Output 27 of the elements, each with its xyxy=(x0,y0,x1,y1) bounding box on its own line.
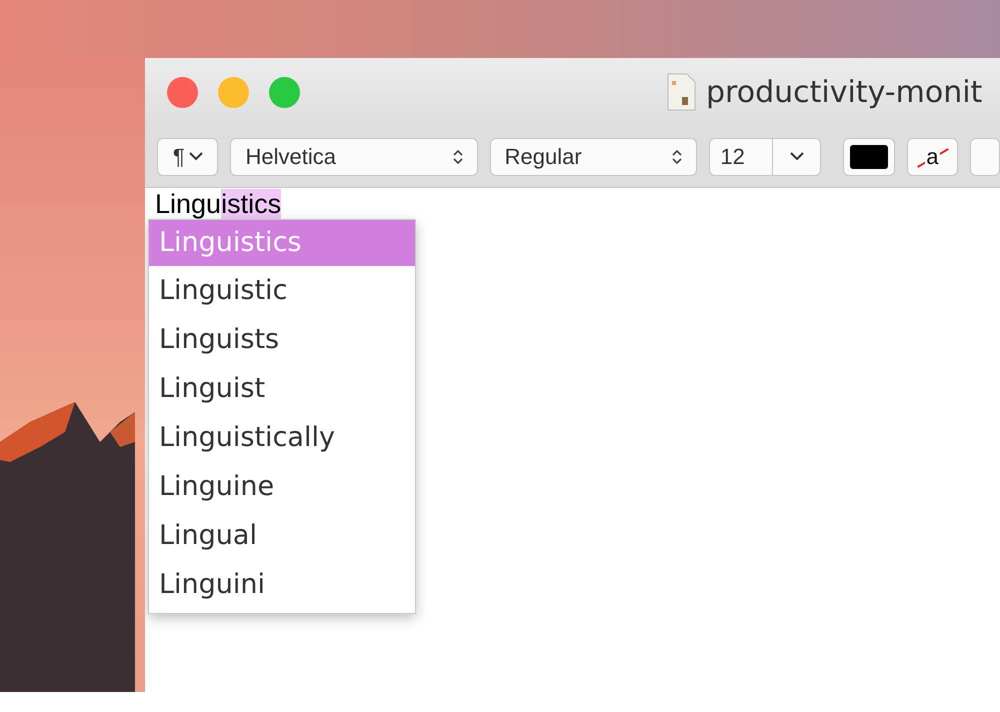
completion-item[interactable]: Linguine xyxy=(149,462,415,511)
font-style-popup[interactable]: Regular xyxy=(490,138,698,176)
up-down-arrows-icon xyxy=(452,148,463,164)
completion-item[interactable]: Linguistically xyxy=(149,413,415,462)
strike-line-icon xyxy=(916,148,950,168)
toolbar-button[interactable] xyxy=(970,138,1000,176)
completion-text: istics xyxy=(221,189,282,219)
minimize-button[interactable] xyxy=(218,76,249,108)
completion-item[interactable]: Lingual xyxy=(149,511,415,560)
completion-item[interactable]: Linguists xyxy=(149,315,415,364)
typed-text: Lingu xyxy=(155,189,222,219)
completion-item[interactable]: Linguist xyxy=(149,364,415,413)
font-size-field[interactable]: 12 xyxy=(709,138,774,176)
document-icon xyxy=(666,73,696,111)
up-down-arrows-icon xyxy=(672,148,682,164)
paragraph-style-button[interactable]: ¶ xyxy=(157,138,218,176)
font-size-dropdown-button[interactable] xyxy=(773,138,822,176)
highlight-color-button[interactable]: a xyxy=(906,138,958,176)
completion-item[interactable]: Linguistic xyxy=(149,266,415,315)
chevron-down-icon xyxy=(790,152,804,161)
text-color-button[interactable] xyxy=(843,138,895,176)
font-family-popup[interactable]: Helvetica xyxy=(230,138,478,176)
completion-item[interactable]: Linguini xyxy=(149,560,415,609)
zoom-button[interactable] xyxy=(269,76,300,108)
close-button[interactable] xyxy=(167,76,198,108)
window-title: productivity-monit xyxy=(706,74,982,110)
chevron-down-icon xyxy=(188,152,203,161)
